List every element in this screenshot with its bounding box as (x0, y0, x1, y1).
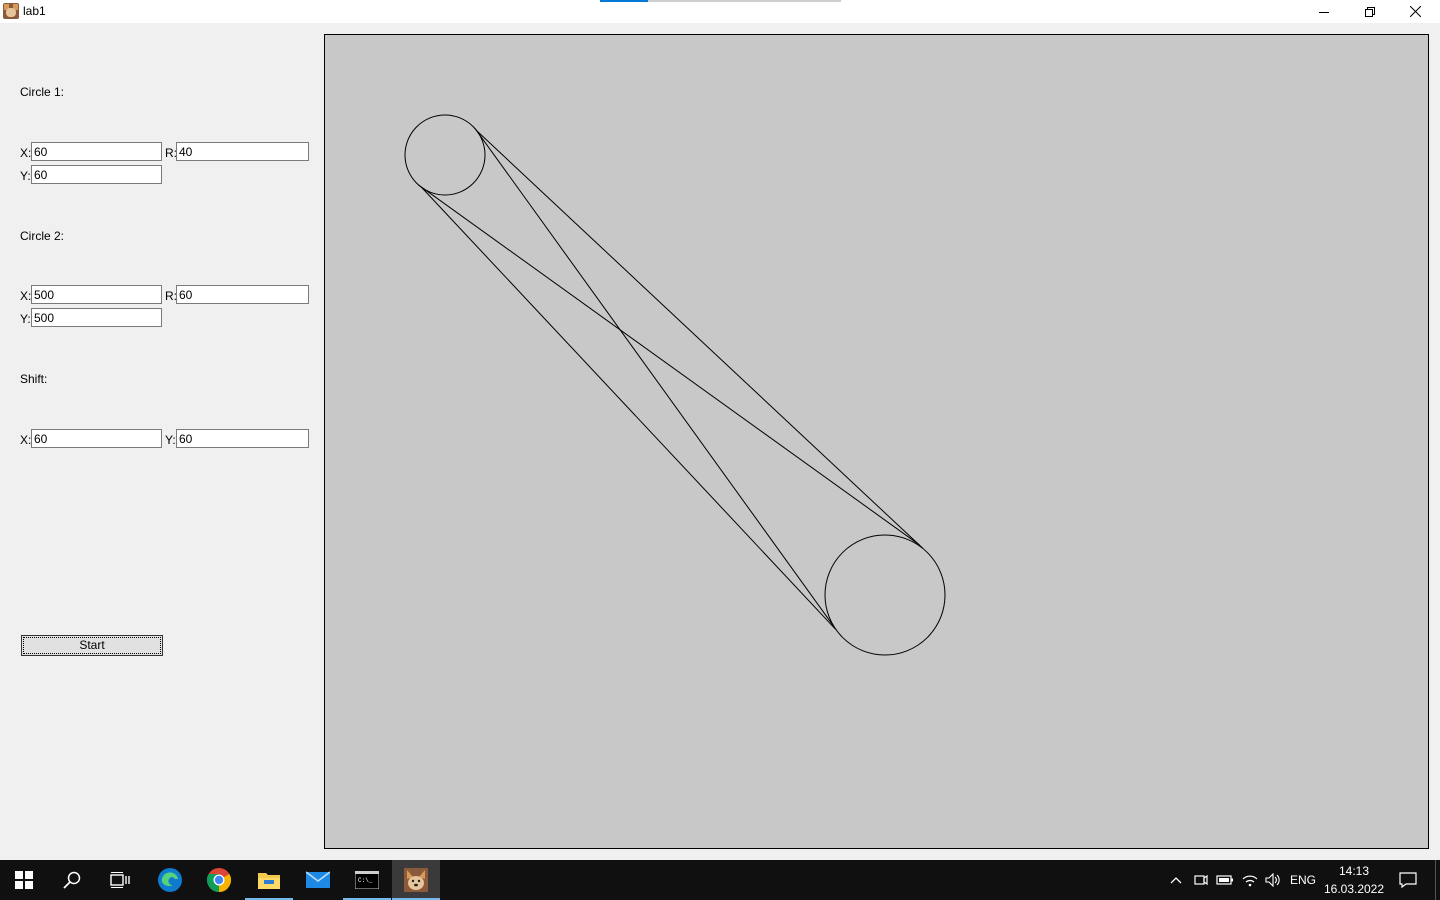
circle2-x-label: X: (20, 289, 32, 303)
circle-2 (824, 534, 946, 656)
circle1-heading: Circle 1: (20, 85, 65, 99)
show-hidden-icons-button[interactable] (1166, 860, 1186, 900)
circle2-r-input[interactable] (176, 285, 309, 304)
search-icon (63, 871, 81, 889)
shift-heading: Shift: (20, 372, 48, 386)
battery-icon (1216, 875, 1233, 885)
circle-1 (404, 114, 486, 196)
windows-start-icon (15, 871, 33, 889)
taskbar-file-explorer[interactable] (245, 860, 293, 900)
start-button[interactable]: Start (21, 635, 163, 656)
taskbar-chrome[interactable] (195, 860, 243, 900)
circle2-x-input[interactable] (31, 285, 162, 304)
notification-icon (1399, 872, 1417, 888)
circle2-heading: Circle 2: (20, 229, 65, 243)
minimize-icon (1319, 11, 1329, 13)
chevron-up-icon (1170, 877, 1182, 884)
main-form: Circle 1: X: R: Y: Circle 2: X: R: Y: Sh… (0, 23, 1440, 860)
chrome-icon (206, 868, 232, 892)
meet-now-icon (1194, 874, 1208, 886)
app-icon (3, 3, 19, 19)
shift-y-label: Y: (165, 433, 176, 447)
meet-now-button[interactable] (1190, 860, 1212, 900)
wifi-icon (1242, 875, 1258, 887)
window-title: lab1 (23, 4, 46, 18)
minimize-button[interactable] (1301, 0, 1347, 23)
taskbar: C:\_ ENG 14:13 16.03.2022 (0, 860, 1440, 900)
terminal-icon: C:\_ (355, 871, 379, 889)
title-bar: lab1 (0, 0, 1440, 23)
circle1-x-input[interactable] (31, 142, 162, 161)
taskbar-edge[interactable] (146, 860, 194, 900)
circle1-x-label: X: (20, 146, 32, 160)
clock-time: 14:13 (1338, 864, 1370, 878)
taskbar-terminal[interactable]: C:\_ (343, 860, 391, 900)
notifications-button[interactable] (1394, 860, 1422, 900)
show-desktop-button[interactable] (1435, 860, 1436, 900)
battery-button[interactable] (1214, 860, 1236, 900)
circle2-y-label: Y: (20, 312, 31, 326)
clock[interactable]: 14:13 16.03.2022 (1320, 862, 1388, 898)
svg-text:C:\_: C:\_ (358, 877, 373, 884)
drawing-canvas (324, 34, 1429, 849)
clock-date: 16.03.2022 (1323, 882, 1385, 896)
close-icon (1409, 6, 1421, 17)
shift-x-label: X: (20, 433, 32, 447)
circle2-y-input[interactable] (31, 308, 162, 327)
input-language[interactable]: ENG (1290, 873, 1316, 887)
restore-icon (1365, 6, 1375, 17)
title-progress-bar (600, 0, 841, 2)
edge-icon (158, 868, 182, 892)
mail-icon (306, 871, 330, 888)
volume-button[interactable] (1262, 860, 1284, 900)
canvas-drawing (404, 114, 946, 656)
circle1-r-input[interactable] (176, 142, 309, 161)
inner-tangent-2 (474, 128, 835, 627)
lab1-app-icon (404, 868, 428, 892)
task-view-icon (110, 872, 130, 888)
taskbar-lab1-app[interactable] (392, 860, 440, 900)
start-menu-button[interactable] (0, 860, 48, 900)
restore-button[interactable] (1347, 0, 1393, 23)
close-button[interactable] (1392, 0, 1438, 23)
shift-y-input[interactable] (176, 429, 309, 448)
inner-tangent-1 (418, 184, 920, 546)
speaker-icon (1265, 873, 1280, 887)
circle1-y-label: Y: (20, 169, 31, 183)
task-view-button[interactable] (96, 860, 144, 900)
file-explorer-icon (258, 873, 280, 889)
search-button[interactable] (48, 860, 96, 900)
shift-x-input[interactable] (31, 429, 162, 448)
outer-tangent-1 (476, 130, 924, 549)
taskbar-mail[interactable] (294, 860, 342, 900)
title-progress-fill (600, 0, 649, 2)
network-button[interactable] (1239, 860, 1261, 900)
circle1-y-input[interactable] (31, 165, 162, 184)
